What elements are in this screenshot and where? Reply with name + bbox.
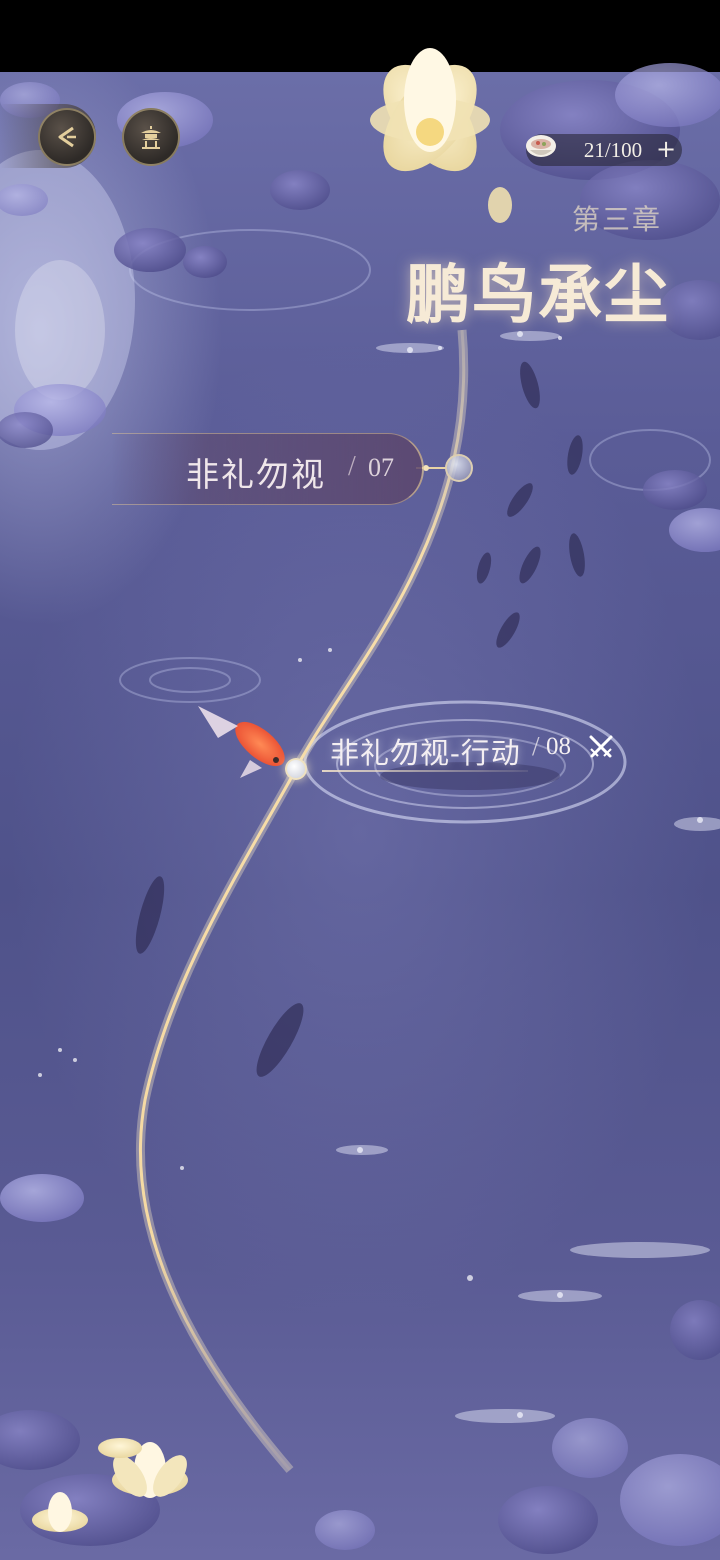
chapter-number: 第三章 [571,203,662,236]
stage-08-number: 08 [546,733,571,760]
stage-07-number: 07 [368,453,394,482]
back-button[interactable] [38,108,96,166]
bowl-icon [526,135,556,157]
pavilion-icon [141,126,161,149]
currency-add-button[interactable]: + [652,134,680,166]
stage-08-underline [322,770,528,772]
stage-07-card[interactable]: 非礼勿视 / 07 [112,433,424,505]
stage-08-name: 非礼勿视-行动 [330,736,521,770]
pavilion-button[interactable] [122,108,180,166]
stage-08-node[interactable] [285,758,307,780]
back-arrow-icon [58,126,76,148]
stage-07-node[interactable] [445,454,473,482]
koi-fish [198,706,285,778]
stage-07-name: 非礼勿视 [186,455,326,494]
stage-08-card[interactable]: 非礼勿视-行动 / 08 [306,718,626,782]
stage-07-separator: / [348,451,356,482]
lotus-flower-top [370,48,512,223]
lily-pads-bottom [0,1174,720,1554]
currency-value: 21/100 [583,138,643,162]
chapter-title: 鹏鸟承尘 [406,258,670,333]
crossed-swords-icon [589,735,613,758]
stage-08-separator: / [532,731,540,761]
